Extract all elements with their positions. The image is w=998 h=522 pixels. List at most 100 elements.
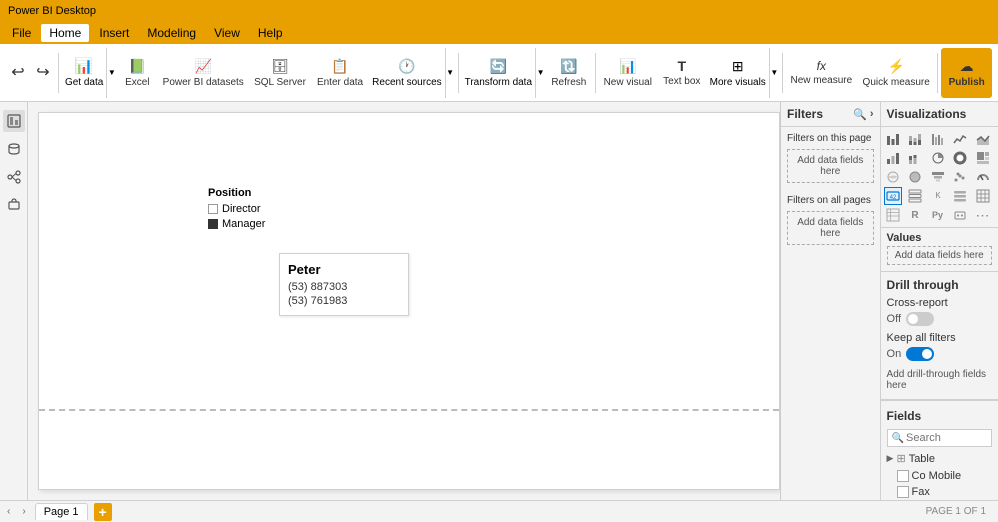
sql-button[interactable]: 🗄 SQL Server [249, 48, 311, 98]
refresh-button[interactable]: 🔃 Refresh [546, 48, 592, 98]
viz-matrix[interactable] [884, 206, 902, 224]
fields-search-box[interactable]: 🔍 [887, 429, 992, 447]
keep-filters-toggle[interactable] [906, 347, 934, 361]
filters-on-page-label: Filters on this page [781, 127, 880, 147]
text-box-button[interactable]: T Text box [658, 48, 706, 98]
viz-R[interactable]: R [906, 206, 924, 224]
field-table-row[interactable]: ▶ ⊞ Table [881, 449, 998, 468]
viz-slicer[interactable] [951, 187, 969, 205]
viz-table[interactable] [974, 187, 992, 205]
viz-map[interactable] [884, 168, 902, 186]
page-tab[interactable]: Page 1 [35, 503, 88, 520]
viz-scatter[interactable] [951, 168, 969, 186]
viz-card[interactable]: 42 [884, 187, 902, 205]
viz-ai[interactable] [951, 206, 969, 224]
viz-filled-map[interactable] [906, 168, 924, 186]
values-add-field[interactable]: Add data fields here [887, 246, 992, 265]
status-bar: ‹ › Page 1 + PAGE 1 OF 1 [0, 500, 998, 522]
redo-button[interactable]: ↪ [31, 48, 55, 98]
filters-collapse-icon[interactable]: › [870, 108, 874, 120]
excel-button[interactable]: 📗 Excel [117, 48, 157, 98]
fields-search-input[interactable] [906, 432, 987, 444]
viz-area-chart[interactable] [974, 130, 992, 148]
field-co-mobile[interactable]: Co Mobile [881, 468, 998, 484]
svg-text:42: 42 [889, 195, 896, 201]
powerbi-icon: 📈 [195, 58, 212, 75]
viz-kpi[interactable]: K [929, 187, 947, 205]
new-visual-button[interactable]: 📊 New visual [599, 48, 657, 98]
add-fields-page-btn[interactable]: Add data fields here [787, 149, 874, 183]
field-label-co-mobile: Co Mobile [912, 470, 962, 482]
svg-text:K: K [935, 191, 941, 200]
viz-stacked-bar[interactable] [906, 130, 924, 148]
sidebar-model-icon[interactable] [3, 166, 25, 188]
card-visual[interactable]: Peter (53) 887303 (53) 761983 [279, 253, 409, 316]
ribbon-sep1 [58, 53, 59, 93]
card-phone2: (53) 761983 [288, 295, 400, 307]
quick-measure-button[interactable]: ⚡ Quick measure [858, 48, 934, 98]
ribbon-sep5 [937, 53, 938, 93]
viz-python[interactable]: Py [929, 206, 947, 224]
viz-line-chart[interactable] [951, 130, 969, 148]
legend: Position Director Manager [204, 183, 269, 234]
report-page[interactable]: Position Director Manager Peter (53) 887… [38, 112, 780, 490]
text-box-icon: T [678, 58, 687, 74]
viz-treemap[interactable] [974, 149, 992, 167]
new-measure-icon: fx [817, 59, 826, 73]
new-measure-button[interactable]: fx New measure [786, 48, 857, 98]
undo-icon: ↩ [11, 65, 24, 81]
menu-bar: File Home Insert Modeling View Help [0, 22, 998, 44]
powerbi-datasets-button[interactable]: 📈 Power BI datasets [158, 48, 248, 98]
undo-button[interactable]: ↩ [6, 48, 30, 98]
panel-separator [881, 399, 998, 401]
viz-multirow-card[interactable] [906, 187, 924, 205]
enter-data-button[interactable]: 📋 Enter data [312, 48, 368, 98]
sidebar-report-icon[interactable] [3, 110, 25, 132]
field-cb-fax [897, 486, 909, 498]
menu-view[interactable]: View [206, 24, 248, 42]
page-nav-prev[interactable]: ‹ [4, 504, 13, 519]
viz-clustered-bar[interactable] [929, 130, 947, 148]
menu-modeling[interactable]: Modeling [139, 24, 204, 42]
title-bar: Power BI Desktop [0, 0, 998, 22]
add-page-button[interactable]: + [94, 503, 112, 521]
viz-donut-chart[interactable] [951, 149, 969, 167]
viz-gauge[interactable] [974, 168, 992, 186]
viz-col-chart[interactable] [884, 149, 902, 167]
field-label-fax: Fax [912, 486, 930, 498]
recent-sources-button[interactable]: 🕐 Recent sources ▼ [369, 48, 454, 98]
page-nav-next[interactable]: › [19, 504, 28, 519]
filters-search-icon[interactable]: 🔍 [853, 108, 867, 121]
ribbon-sep3 [595, 53, 596, 93]
menu-file[interactable]: File [4, 24, 39, 42]
get-data-button[interactable]: 📊 Get data ▼ [62, 48, 116, 98]
field-fax[interactable]: Fax [881, 484, 998, 500]
viz-bar-chart[interactable] [884, 130, 902, 148]
excel-icon: 📗 [129, 58, 146, 75]
more-visuals-button[interactable]: ⊞ More visuals ▼ [707, 48, 779, 98]
sidebar-ai-icon[interactable] [3, 194, 25, 216]
transform-data-button[interactable]: 🔄 Transform data ▼ [462, 48, 545, 98]
viz-funnel[interactable] [929, 168, 947, 186]
search-icon: 🔍 [892, 433, 904, 444]
right-panels: Filters 🔍 › Filters on this page Add dat… [780, 102, 998, 500]
viz-stacked-col[interactable] [906, 149, 924, 167]
viz-more[interactable]: ⋯ [974, 206, 992, 224]
values-section: Values Add data fields here [881, 228, 998, 267]
viz-pie-chart[interactable] [929, 149, 947, 167]
new-visual-icon: 📊 [619, 58, 636, 75]
page-tab-label: Page 1 [44, 506, 79, 518]
app-title: Power BI Desktop [8, 5, 96, 17]
refresh-icon: 🔃 [560, 58, 577, 75]
legend-item-manager: Manager [208, 218, 265, 230]
publish-button[interactable]: ☁ Publish [941, 48, 992, 98]
menu-home[interactable]: Home [41, 24, 89, 42]
sidebar-data-icon[interactable] [3, 138, 25, 160]
cross-report-toggle[interactable] [906, 312, 934, 326]
menu-help[interactable]: Help [250, 24, 291, 42]
menu-insert[interactable]: Insert [91, 24, 137, 42]
viz-fields-panel: Visualizations [881, 102, 998, 500]
add-fields-all-btn[interactable]: Add data fields here [787, 211, 874, 245]
drill-section: Drill through Cross-report Off Keep all … [881, 271, 998, 395]
recent-sources-icon: 🕐 [398, 58, 415, 75]
